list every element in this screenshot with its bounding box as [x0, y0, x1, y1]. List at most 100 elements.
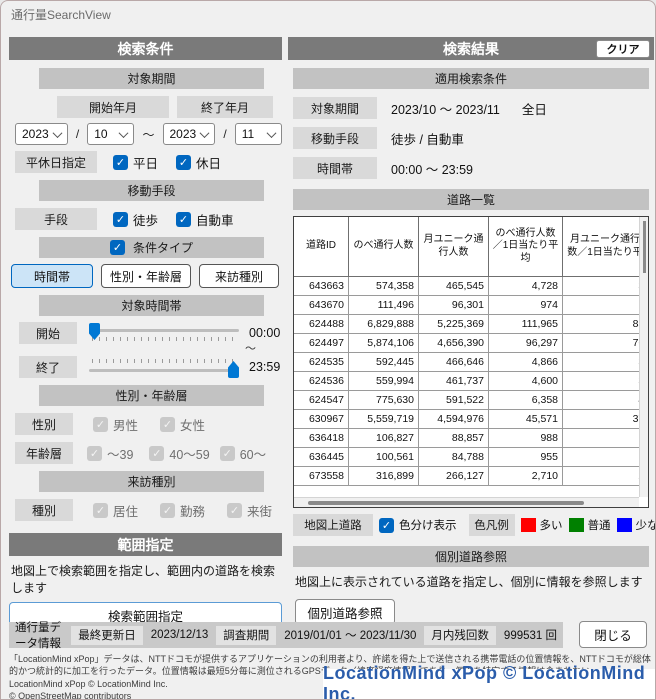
table-cell: 4,656,390 [419, 334, 489, 352]
table-cell: 106,827 [349, 429, 419, 447]
table-cell: 461,737 [419, 372, 489, 390]
horizontal-scrollbar-thumb[interactable] [308, 501, 584, 505]
horizontal-scrollbar[interactable] [294, 497, 639, 507]
table-cell: 96,301 [419, 296, 489, 314]
start-time-value: 00:00 [249, 326, 280, 340]
holiday-checkbox[interactable]: ✓ [176, 155, 191, 170]
table-row[interactable]: 6309675,559,7194,594,97645,57137,6 [294, 410, 639, 429]
start-yearmonth-label: 開始年月 [57, 96, 169, 118]
app-window: 通行量SearchView 検索条件 対象期間 開始年月 終了年月 2023 /… [0, 0, 656, 700]
date-slash: / [72, 127, 83, 141]
holiday-spec-label: 平休日指定 [15, 151, 97, 173]
column-header-total-traffic[interactable]: のべ通行人数 [349, 217, 419, 276]
table-cell: 636418 [294, 429, 349, 447]
period-tilde: ～ [138, 126, 158, 143]
table-cell: 84,788 [419, 448, 489, 466]
condition-type-checkbox[interactable]: ✓ [110, 240, 125, 255]
table-cell: 6,358 [489, 391, 563, 409]
time-end-label: 終了 [19, 356, 77, 378]
legend-normal-swatch [569, 518, 584, 532]
search-results-title: 検索結果 [443, 39, 499, 59]
vertical-scrollbar-thumb[interactable] [643, 221, 646, 273]
walk-checkbox[interactable]: ✓ [113, 212, 128, 227]
table-row[interactable]: 624547775,630591,5226,3584,8 [294, 391, 639, 410]
target-time-title: 対象時間帯 [121, 297, 181, 314]
visit-type-header: 来訪種別 [39, 471, 264, 492]
gender-label: 性別 [15, 413, 73, 435]
table-row[interactable]: 643670111,49696,3019748 [294, 296, 639, 315]
status-bar: 通行量データ情報 最終更新日 2023/12/13 調査期間 2019/01/0… [9, 622, 563, 648]
end-yearmonth-label: 終了年月 [177, 96, 273, 118]
age-group-label: 年齢層 [15, 442, 73, 464]
car-checkbox[interactable]: ✓ [176, 212, 191, 227]
table-row[interactable]: 643663574,358465,5454,7283,8 [294, 277, 639, 296]
table-cell: 591,522 [419, 391, 489, 409]
vertical-scrollbar[interactable] [639, 217, 648, 497]
column-header-monthly-unique[interactable]: 月ユニーク通行人数 [419, 217, 489, 276]
color-display-checkbox[interactable]: ✓ [379, 518, 394, 533]
transport-header: 移動手段 [39, 180, 264, 201]
search-conditions-header: 検索条件 [9, 37, 282, 60]
table-cell: 624547 [294, 391, 349, 409]
table-cell: 5,225,369 [419, 315, 489, 333]
visit-kind-label: 種別 [15, 499, 73, 521]
weekday-checkbox[interactable]: ✓ [113, 155, 128, 170]
end-year-select[interactable]: 2023 [163, 123, 216, 145]
road-table-head: 道路ID のべ通行人数 月ユニーク通行人数 のべ通行人数／1日当たり平均 月ユニ… [294, 217, 639, 277]
tab-gender-age[interactable]: 性別・年齢層 [101, 264, 191, 288]
slider-track[interactable] [89, 369, 239, 372]
applied-period-value: 2023/10 ～ 2023/11 [391, 99, 500, 118]
worker-checkbox: ✓ [160, 503, 175, 518]
table-cell: 5,559,719 [349, 410, 419, 428]
window-title: 通行量SearchView [11, 6, 111, 23]
end-time-slider-thumb[interactable] [228, 361, 239, 378]
table-cell: 624488 [294, 315, 349, 333]
logo-text: LocationMind xPop © LocationMind Inc. [323, 663, 655, 700]
end-time-slider[interactable] [89, 355, 239, 379]
chevron-down-icon [119, 128, 129, 138]
close-button[interactable]: 閉じる [579, 621, 647, 648]
slider-track[interactable] [89, 329, 239, 332]
table-cell: 37,6 [563, 410, 639, 428]
road-table: 道路ID のべ通行人数 月ユニーク通行人数 のべ通行人数／1日当たり平均 月ユニ… [293, 216, 649, 508]
end-month-select[interactable]: 11 [235, 123, 282, 145]
table-row[interactable]: 6244975,874,1064,656,39096,29776,3 [294, 334, 639, 353]
table-row[interactable]: 6244886,829,8885,225,369111,96585,6 [294, 315, 639, 334]
column-header-daily-average[interactable]: のべ通行人数／1日当たり平均 [489, 217, 563, 276]
chevron-down-icon [200, 128, 210, 138]
time-start-label: 開始 [19, 322, 77, 344]
search-results-panel: 検索結果 クリア 適用検索条件 対象期間 2023/10 ～ 2023/11 全… [288, 37, 654, 625]
table-row[interactable]: 636445100,56184,7889558 [294, 448, 639, 467]
road-table-body: 643663574,358465,5454,7283,8643670111,49… [294, 277, 639, 486]
gender-age-header: 性別・年齢層 [39, 385, 264, 406]
table-row[interactable]: 673558316,899266,1272,7102,2 [294, 467, 639, 486]
table-row[interactable]: 636418106,82788,8579888 [294, 429, 639, 448]
visitor-label: 来街 [247, 501, 272, 520]
table-cell: 988 [489, 429, 563, 447]
tab-visit-type[interactable]: 来訪種別 [199, 264, 279, 288]
target-period-title: 対象期間 [127, 70, 175, 87]
search-conditions-title: 検索条件 [118, 39, 174, 59]
tab-time-range[interactable]: 時間帯 [11, 264, 93, 288]
chevron-down-icon [52, 128, 62, 138]
table-cell: 96,297 [489, 334, 563, 352]
end-month-value: 11 [242, 127, 254, 141]
male-label: 男性 [113, 415, 138, 434]
condition-type-header: ✓ 条件タイプ [39, 237, 264, 258]
table-row[interactable]: 624535592,445466,6464,8663,8 [294, 353, 639, 372]
legend-many-label: 多い [540, 517, 563, 533]
clear-button[interactable]: クリア [596, 40, 650, 58]
start-month-select[interactable]: 10 [87, 123, 134, 145]
table-row[interactable]: 624536559,994461,7374,6003,7 [294, 372, 639, 391]
last-update-label: 最終更新日 [71, 626, 143, 645]
start-year-select[interactable]: 2023 [15, 123, 68, 145]
table-cell: 636445 [294, 448, 349, 466]
remaining-count-value: 999531 回 [504, 627, 557, 643]
start-time-slider[interactable] [89, 321, 239, 345]
table-cell: 111,496 [349, 296, 419, 314]
column-header-unique-daily-average[interactable]: 月ユニーク通行人数／1日当たり平均 [563, 217, 639, 276]
data-info-label: 通行量データ情報 [15, 619, 63, 651]
table-cell: 465,545 [419, 277, 489, 295]
column-header-road-id[interactable]: 道路ID [294, 217, 349, 276]
target-time-header: 対象時間帯 [39, 295, 264, 316]
